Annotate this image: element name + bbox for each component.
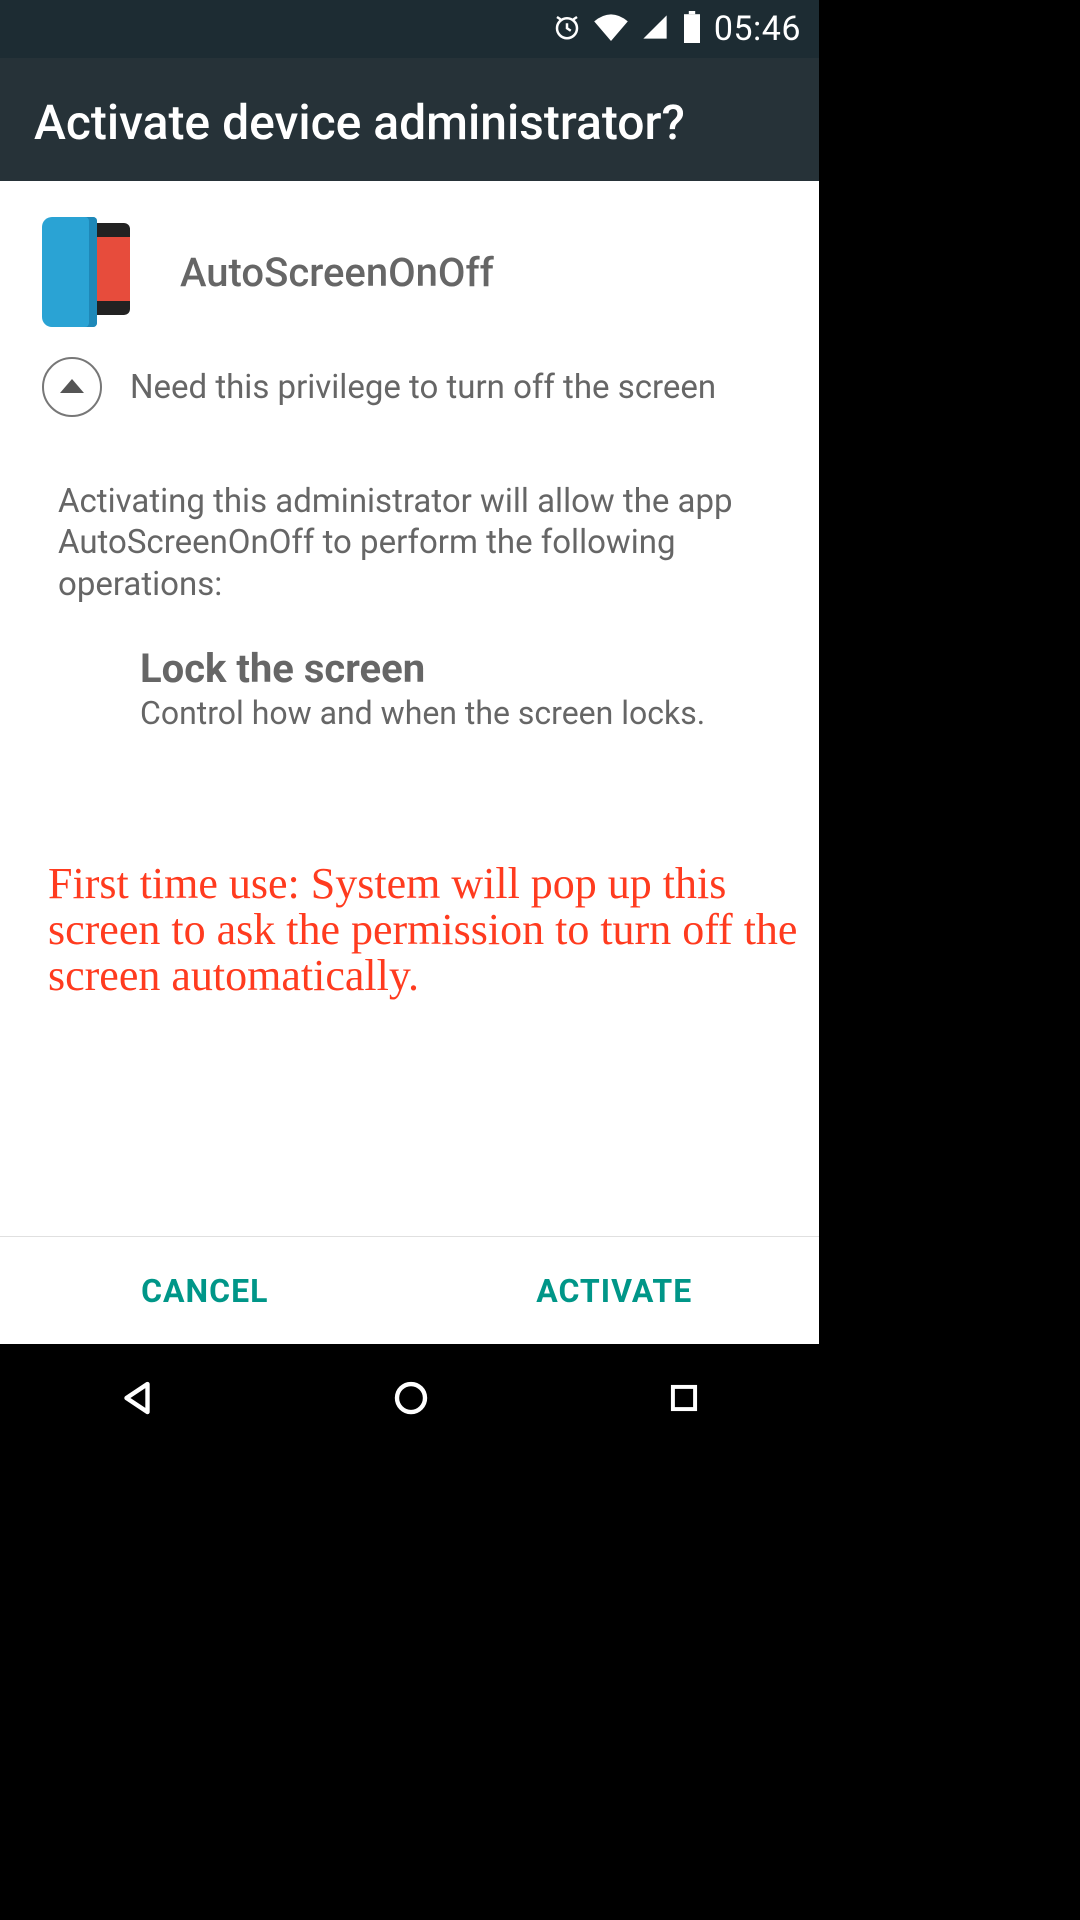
page-title: Activate device administrator?	[34, 94, 785, 151]
activate-button[interactable]: ACTIVATE	[410, 1237, 820, 1344]
privilege-note-row: Need this privilege to turn off the scre…	[0, 347, 819, 441]
navigation-bar	[0, 1344, 819, 1456]
cancel-button[interactable]: CANCEL	[0, 1237, 410, 1344]
button-bar: CANCEL ACTIVATE	[0, 1236, 819, 1344]
app-info-row: AutoScreenOnOff	[0, 181, 819, 347]
app-icon	[42, 217, 132, 327]
privilege-note: Need this privilege to turn off the scre…	[130, 368, 716, 407]
overlay-annotation: First time use: System will pop up this …	[48, 861, 799, 1000]
description-block: Activating this administrator will allow…	[0, 441, 819, 605]
recents-icon[interactable]	[665, 1379, 703, 1421]
alarm-icon	[552, 12, 582, 46]
status-bar: 05:46	[0, 0, 819, 58]
status-time: 05:46	[714, 9, 801, 49]
home-icon[interactable]	[390, 1377, 432, 1423]
chevron-up-icon	[60, 379, 84, 393]
app-name: AutoScreenOnOff	[180, 249, 494, 296]
back-icon[interactable]	[116, 1377, 158, 1423]
description-text: Activating this administrator will allow…	[58, 481, 761, 605]
cell-signal-icon	[640, 13, 670, 45]
content-area: AutoScreenOnOff Need this privilege to t…	[0, 181, 819, 1236]
collapse-toggle[interactable]	[42, 357, 102, 417]
wifi-icon	[594, 13, 628, 45]
permission-description: Control how and when the screen locks.	[140, 694, 761, 732]
page-header: Activate device administrator?	[0, 58, 819, 181]
permission-block: Lock the screen Control how and when the…	[0, 605, 819, 732]
permission-title: Lock the screen	[140, 645, 761, 692]
battery-icon	[682, 11, 702, 47]
